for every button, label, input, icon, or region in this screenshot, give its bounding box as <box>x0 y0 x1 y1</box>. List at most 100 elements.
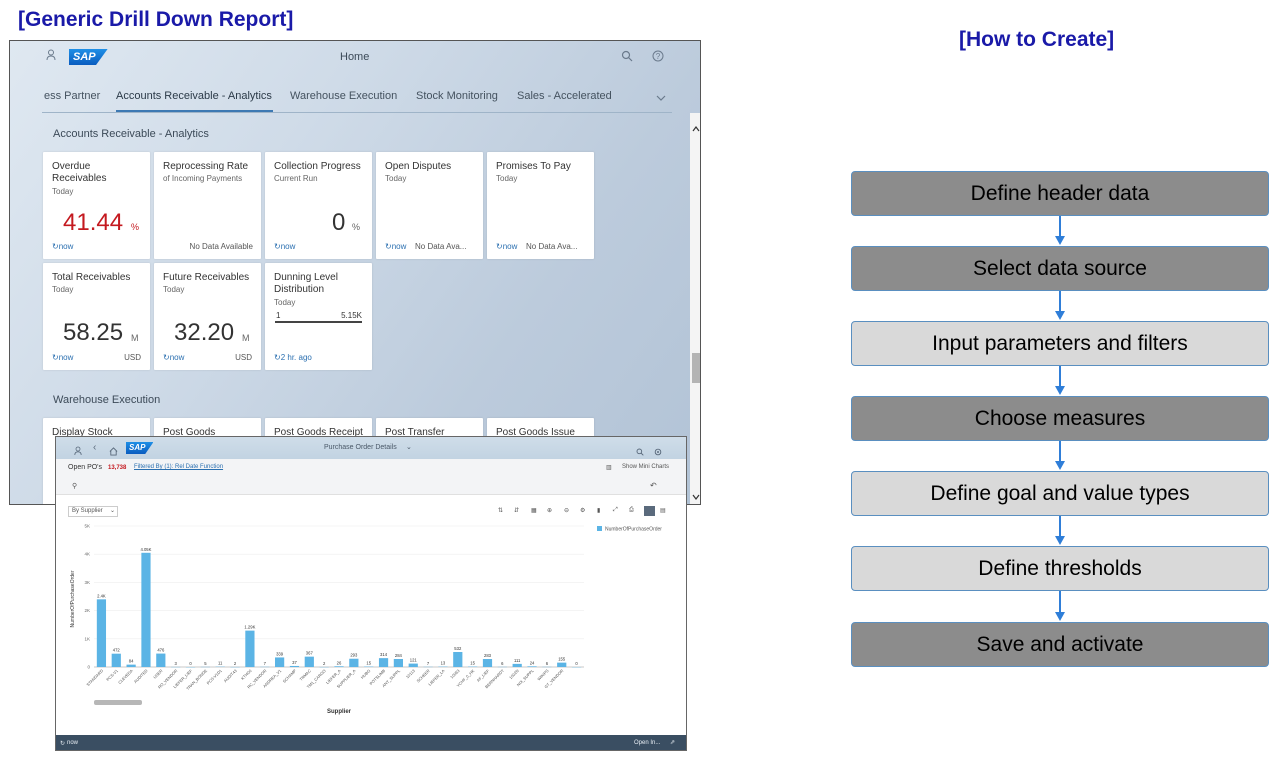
back-icon[interactable]: ‹ <box>93 442 96 453</box>
tile-kpi-value: 0 <box>332 209 346 236</box>
step-input-parameters: Input parameters and filters <box>851 321 1269 366</box>
tabs-overflow-chevron-icon[interactable] <box>656 89 666 107</box>
flow-arrow-icon <box>1055 441 1065 470</box>
chart-scrollbar-thumb[interactable] <box>94 700 142 705</box>
refresh-icon[interactable]: ↻ <box>60 740 65 747</box>
scroll-up-icon[interactable] <box>692 119 700 137</box>
x-tick-label: LIEFER_LA <box>427 668 446 687</box>
scroll-down-icon[interactable] <box>692 487 700 504</box>
show-mini-charts[interactable]: Show Mini Charts <box>622 464 669 470</box>
group-title-accounts-receivable: Accounts Receivable - Analytics <box>53 128 209 140</box>
open-pos-count: 13,738 <box>108 465 127 471</box>
x-tick-label: 10113 <box>405 668 417 680</box>
tile-currency: USD <box>235 353 252 362</box>
legend-label: NumberOfPurchaseOrder <box>605 527 662 533</box>
filter-icon[interactable]: ⚲ <box>72 482 77 490</box>
tile-open-disputes[interactable]: Open Disputes Today ↻now No Data Ava... <box>376 152 483 259</box>
tile-subtitle: of Incoming Payments <box>163 174 243 183</box>
user-icon[interactable] <box>46 49 56 64</box>
tile-promises-to-pay[interactable]: Promises To Pay Today ↻now No Data Ava..… <box>487 152 594 259</box>
tab-warehouse-execution[interactable]: Warehouse Execution <box>290 90 397 102</box>
tile-kpi-value: 32.20 <box>174 319 235 346</box>
step-choose-measures: Choose measures <box>851 396 1269 441</box>
y-tick-label: 4K <box>84 552 90 557</box>
tile-total-receivables[interactable]: Total Receivables Today 58.25 M ↻now USD <box>43 263 150 370</box>
x-tick-label: 10063 <box>449 668 461 680</box>
bar-data-label: 84 <box>129 659 134 664</box>
drilldown-header: ‹ SAP Purchase Order Details ⌄ <box>56 437 686 459</box>
tile-refresh-label: now <box>502 242 518 251</box>
tile-dunning-level-distribution[interactable]: Dunning Level Distribution Today 1 5.15K… <box>265 263 372 370</box>
tile-kpi-unit: % <box>352 222 361 232</box>
chart-bar <box>96 599 107 667</box>
sap-logo: SAP <box>126 442 154 454</box>
bar-data-label: 0 <box>189 661 192 666</box>
tile-collection-progress[interactable]: Collection Progress Current Run 0 % ↻now <box>265 152 372 259</box>
tile-refresh-label: now <box>58 242 74 251</box>
tile-subtitle: Today <box>52 187 74 196</box>
svg-text:?: ? <box>656 52 661 61</box>
tab-bar-divider <box>42 112 672 113</box>
dunning-bar-label: 1 <box>276 311 281 320</box>
drilldown-title[interactable]: Purchase Order Details <box>324 444 397 451</box>
tab-stock-monitoring[interactable]: Stock Monitoring <box>416 90 498 102</box>
bar-data-label: 15 <box>366 661 371 666</box>
launchpad-scrollbar[interactable] <box>690 113 700 504</box>
bar-data-label: 37 <box>292 660 297 665</box>
tile-overdue-receivables[interactable]: Overdue Receivables Today 41.44 % ↻now <box>43 152 150 259</box>
tab-accounts-receivable[interactable]: Accounts Receivable - Analytics <box>116 90 272 102</box>
tile-subtitle: Today <box>163 285 185 294</box>
share-icon[interactable]: ⇗ <box>670 739 675 746</box>
x-tick-label: WIKIPS <box>536 668 550 682</box>
open-in-button[interactable]: Open In... <box>634 740 660 746</box>
footer-refresh-label: now <box>67 740 79 746</box>
x-tick-label: STANDARD <box>85 668 104 687</box>
help-icon[interactable]: ? <box>652 49 664 67</box>
bar-data-label: 13 <box>441 661 446 666</box>
tile-title: Future Receivables <box>163 272 250 283</box>
chart-bar <box>482 659 493 667</box>
y-tick-label: 1K <box>84 636 90 641</box>
chart-bar <box>111 653 121 667</box>
chart-bar <box>304 656 314 667</box>
drilldown-subheader: Open PO's 13,738 Filtered By (1): Rel Da… <box>56 459 686 495</box>
tile-title: Reprocessing Rate <box>163 161 249 172</box>
active-tab-indicator <box>116 110 273 112</box>
tile-refresh: ↻now <box>52 242 74 251</box>
filter-link[interactable]: Filtered By (1): Rel Date Function <box>134 464 223 470</box>
tile-subtitle: Today <box>52 285 74 294</box>
tab-sales-accelerated[interactable]: Sales - Accelerated <box>517 90 612 102</box>
chart-bar <box>245 630 255 667</box>
reset-icon[interactable]: ↶ <box>650 481 657 490</box>
tile-subtitle: Today <box>496 174 518 183</box>
scrollbar-thumb[interactable] <box>692 353 700 383</box>
step-label: Input parameters and filters <box>932 331 1188 355</box>
tile-refresh-label: now <box>280 242 296 251</box>
title-dropdown-icon[interactable]: ⌄ <box>406 443 412 451</box>
tile-future-receivables[interactable]: Future Receivables Today 32.20 M ↻now US… <box>154 263 261 370</box>
bar-data-label: 283 <box>484 653 492 658</box>
step-label: Define header data <box>970 181 1150 205</box>
tile-kpi-unit: % <box>131 222 140 232</box>
tile-reprocessing-rate[interactable]: Reprocessing Rate of Incoming Payments N… <box>154 152 261 259</box>
mini-charts-icon[interactable]: ▥ <box>606 464 612 471</box>
step-save-and-activate: Save and activate <box>851 622 1269 667</box>
tab-business-partner[interactable]: ess Partner <box>44 90 100 102</box>
x-tick-label: 1002N <box>508 668 520 680</box>
chart-bar <box>378 658 389 667</box>
tile-title: Dunning Level Distribution <box>274 272 338 295</box>
chart-gridlines <box>94 525 584 668</box>
flow-arrow-icon <box>1055 216 1065 245</box>
bar-data-label: 367 <box>306 651 314 656</box>
launchpad-header: SAP Home ? <box>10 41 700 73</box>
chart-y-ticks: 0 1K 2K 3K 4K 5K <box>84 524 90 670</box>
tile-refresh: ↻now <box>385 242 407 251</box>
step-define-thresholds: Define thresholds <box>851 546 1269 591</box>
chart-bar <box>527 666 537 667</box>
search-icon[interactable] <box>621 49 633 67</box>
drilldown-footer: ↻ now Open In... ⇗ <box>56 735 686 750</box>
tile-refresh-label: now <box>391 242 407 251</box>
x-tick-label: TRMAC <box>298 668 312 682</box>
bar-data-label: 0 <box>575 661 578 666</box>
chart-bar <box>512 663 522 667</box>
